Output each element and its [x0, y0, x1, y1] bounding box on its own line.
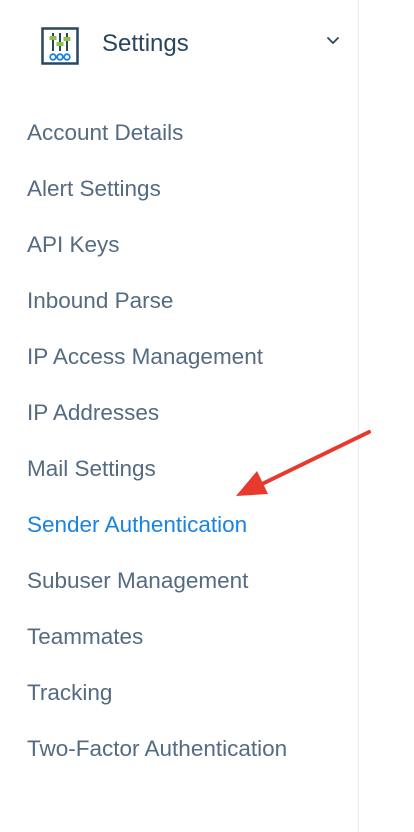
- sliders-icon: [41, 27, 79, 65]
- nav-item-teammates[interactable]: Teammates: [27, 619, 347, 655]
- chevron-down-icon[interactable]: [323, 31, 343, 51]
- nav-item-api-keys[interactable]: API Keys: [27, 227, 347, 263]
- nav-item-subuser-management[interactable]: Subuser Management: [27, 563, 347, 599]
- nav-item-account-details[interactable]: Account Details: [27, 115, 347, 151]
- nav-item-alert-settings[interactable]: Alert Settings: [27, 171, 347, 207]
- settings-sidebar: Settings Account Details Alert Settings …: [0, 0, 359, 832]
- nav-item-ip-access-management[interactable]: IP Access Management: [27, 339, 347, 375]
- nav-item-tracking[interactable]: Tracking: [27, 675, 347, 711]
- settings-title: Settings: [102, 30, 189, 57]
- nav-item-two-factor-authentication[interactable]: Two-Factor Authentication: [27, 731, 327, 767]
- nav-item-ip-addresses[interactable]: IP Addresses: [27, 395, 347, 431]
- nav-item-mail-settings[interactable]: Mail Settings: [27, 451, 347, 487]
- settings-section-header[interactable]: Settings: [0, 0, 359, 90]
- nav-item-sender-authentication[interactable]: Sender Authentication: [27, 507, 347, 543]
- nav-item-inbound-parse[interactable]: Inbound Parse: [27, 283, 347, 319]
